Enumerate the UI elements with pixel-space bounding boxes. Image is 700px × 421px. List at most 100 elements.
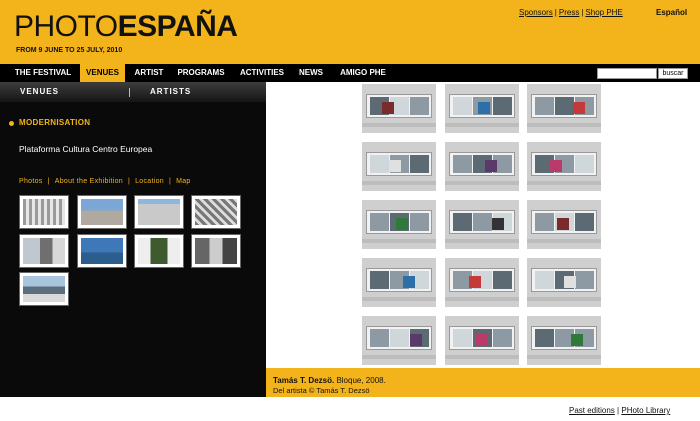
window-photo-cell [527,84,601,133]
window-photo-cell [362,258,436,307]
window-photo-cell [362,316,436,365]
subnav-artists[interactable]: ARTISTS [150,87,191,96]
photo-thumbnail[interactable] [134,234,184,268]
nav-item-the-festival[interactable]: THE FESTIVAL [10,64,76,82]
window-frame [531,326,597,350]
hanging-cloth [564,276,576,288]
photo-thumbnail[interactable] [134,195,184,229]
venue-name[interactable]: Plataforma Cultura Centro Europea [19,144,152,154]
window-photo-cell [445,142,519,191]
subnav-venues[interactable]: VENUES [20,87,59,96]
window-pane [535,97,554,115]
hanging-cloth [571,334,583,346]
logo-bold-text: ESPAÑA [117,10,238,43]
hanging-cloth [396,218,408,230]
press-link[interactable]: Press [559,8,579,17]
hanging-cloth [557,218,569,230]
shop-link[interactable]: Shop PHE [585,8,622,17]
window-frame [449,268,515,292]
nav-item-amigo-phe[interactable]: AMIGO PHE [335,64,391,82]
nav-item-news[interactable]: NEWS [295,64,327,82]
sub-nav: VENUES ARTISTS [0,82,266,102]
sponsors-link[interactable]: Sponsors [519,8,553,17]
window-pane [575,213,594,231]
nav-item-activities[interactable]: ACTIVITIES [236,64,288,82]
window-pane [370,213,389,231]
photo-library-link[interactable]: PHoto Library [621,406,670,415]
window-sill [362,355,436,359]
photo-thumbnail[interactable] [77,234,127,268]
window-frame [531,152,597,176]
subnav-divider [129,88,130,97]
window-pane [493,271,512,289]
tab-photos[interactable]: Photos [19,178,43,185]
photo-caption: Tamás T. Dezsö. Bloque, 2008. Del artist… [266,368,700,397]
hanging-cloth [573,102,585,114]
window-sill [445,355,519,359]
bullet-icon [9,121,14,126]
search-input[interactable] [597,68,657,79]
window-sill [527,123,601,127]
tab-about-exhibition[interactable]: About the Exhibition [55,178,123,185]
window-pane [555,97,574,115]
window-sill [527,297,601,301]
window-sill [445,181,519,185]
window-pane [370,329,389,347]
photo-thumbnail[interactable] [19,272,69,306]
caption-credit: Del artista © Tamás T. Dezsö [273,386,370,395]
search-button[interactable]: buscar [658,68,688,79]
window-sill [445,297,519,301]
window-pane [535,213,554,231]
photo-thumbnail[interactable] [191,195,241,229]
caption-artist: Tamás T. Dezsö. [273,376,335,385]
separator: | [127,178,131,185]
tab-map[interactable]: Map [176,178,191,185]
window-pane [493,329,512,347]
language-switch-link[interactable]: Español [656,8,687,17]
past-editions-link[interactable]: Past editions [569,406,615,415]
tab-location[interactable]: Location [135,178,164,185]
window-frame [366,326,432,350]
window-pane [370,271,389,289]
hanging-cloth [389,160,401,172]
window-photo-cell [445,258,519,307]
window-pane [453,329,472,347]
window-photo-cell [527,200,601,249]
window-pane [453,213,472,231]
window-frame [366,94,432,118]
section-title[interactable]: MODERNISATION [19,118,90,127]
caption-work: Bloque, 2008. [334,376,386,385]
window-photo-cell [527,316,601,365]
separator: | [581,8,584,17]
separator: | [168,178,172,185]
photo-thumbnail[interactable] [191,234,241,268]
nav-item-programs[interactable]: PROGRAMS [175,64,227,82]
window-pane [410,155,429,173]
hanging-cloth [550,160,562,172]
window-pane [575,155,594,173]
window-pane [370,155,389,173]
photo-thumbnail[interactable] [77,195,127,229]
hanging-cloth [492,218,504,230]
photo-thumbnail[interactable] [19,234,69,268]
window-pane [453,155,472,173]
hanging-cloth [485,160,497,172]
window-photo-cell [362,200,436,249]
window-pane [535,271,554,289]
photo-thumbnail[interactable] [19,195,69,229]
nav-item-artist[interactable]: ARTIST [131,64,167,82]
window-photo-cell [445,200,519,249]
separator: | [47,178,50,185]
window-photo-cell [445,84,519,133]
nav-item-venues[interactable]: VENUES [80,64,125,82]
hanging-cloth [476,334,488,346]
main-nav: THE FESTIVAL VENUES ARTIST PROGRAMS ACTI… [0,64,700,82]
photoespana-logo[interactable]: PHOTOESPAÑA [14,10,238,43]
window-sill [362,123,436,127]
window-sill [362,181,436,185]
window-photo-cell [362,142,436,191]
hanging-cloth [403,276,415,288]
window-photo-cell [527,258,601,307]
window-sill [362,239,436,243]
window-pane [473,213,492,231]
